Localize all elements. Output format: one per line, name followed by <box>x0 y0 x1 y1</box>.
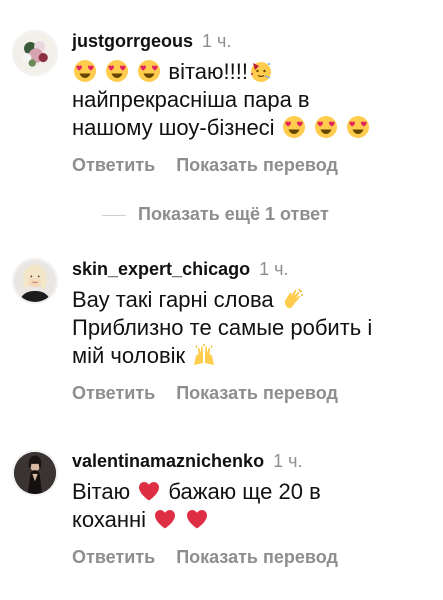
username[interactable]: valentinamaznichenko <box>72 451 264 471</box>
view-more-replies-button[interactable]: Показать ещё 1 ответ <box>102 204 329 226</box>
comment-text-line: Вау такі гарні слова <box>72 287 274 312</box>
timestamp: 1 ч. <box>202 31 232 51</box>
heart-eyes-emoji-icon <box>137 59 161 83</box>
username[interactable]: skin_expert_chicago <box>72 259 250 279</box>
comment-actions: Ответить Показать перевод <box>72 154 435 176</box>
red-heart-emoji-icon <box>137 479 161 503</box>
reply-button[interactable]: Ответить <box>72 547 155 567</box>
translate-button[interactable]: Показать перевод <box>176 155 338 175</box>
raising-hands-emoji-icon <box>192 343 216 367</box>
comment-actions: Ответить Показать перевод <box>72 546 435 568</box>
comment-text: Вітаю бажаю ще 20 в коханні <box>72 478 435 534</box>
heart-eyes-emoji-icon <box>346 115 370 139</box>
translate-button[interactable]: Показать перевод <box>176 383 338 403</box>
heart-eyes-emoji-icon <box>105 59 129 83</box>
comment-text-line: бажаю ще 20 в <box>168 479 321 504</box>
heart-eyes-emoji-icon <box>314 115 338 139</box>
reply-button[interactable]: Ответить <box>72 155 155 175</box>
comment-text-line: вітаю!!!! <box>168 59 248 84</box>
comment-text-line: Вітаю <box>72 479 131 504</box>
heart-eyes-emoji-icon <box>282 115 306 139</box>
comment-meta: valentinamaznichenko 1 ч. <box>72 450 435 472</box>
comment-text: Вау такі гарні слова Приблизно те самые … <box>72 286 435 370</box>
heart-eyes-emoji-icon <box>73 59 97 83</box>
woman-portrait-avatar[interactable] <box>12 258 58 304</box>
comment-text-line: Приблизно те самые робить і <box>72 315 373 340</box>
timestamp: 1 ч. <box>259 259 289 279</box>
comment-text-line: нашому шоу-бізнесі <box>72 115 275 140</box>
reply-button[interactable]: Ответить <box>72 383 155 403</box>
divider-line <box>102 214 126 216</box>
timestamp: 1 ч. <box>273 451 303 471</box>
red-heart-emoji-icon <box>153 507 177 531</box>
partying-face-emoji-icon <box>249 59 273 83</box>
red-heart-emoji-icon <box>185 507 209 531</box>
comment-text-line: мій чоловік <box>72 343 186 368</box>
comment-meta: justgorrgeous 1 ч. <box>72 30 435 52</box>
woman-dark-dress-avatar[interactable] <box>12 450 58 496</box>
comment-text: вітаю!!!! найпрекрасніша пара в нашому ш… <box>72 58 435 142</box>
translate-button[interactable]: Показать перевод <box>176 547 338 567</box>
comment-meta: skin_expert_chicago 1 ч. <box>72 258 435 280</box>
clapping-hands-emoji-icon <box>281 287 305 311</box>
comment-text-line: найпрекрасніша пара в <box>72 87 310 112</box>
view-more-replies-label: Показать ещё 1 ответ <box>138 204 329 224</box>
username[interactable]: justgorrgeous <box>72 31 193 51</box>
comment-actions: Ответить Показать перевод <box>72 382 435 404</box>
flowers-bouquet-avatar[interactable] <box>12 30 58 76</box>
comment-text-line: коханні <box>72 507 147 532</box>
